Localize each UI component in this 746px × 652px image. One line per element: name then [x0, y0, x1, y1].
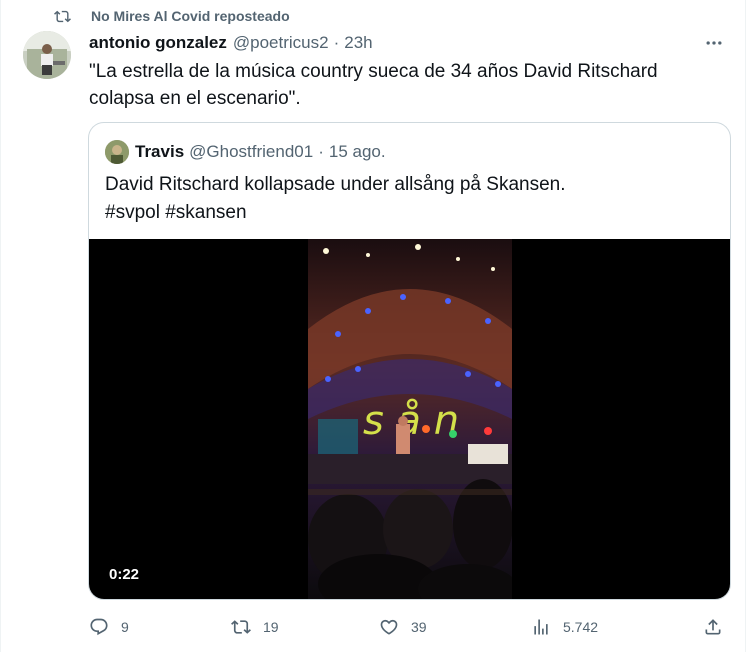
views-icon — [534, 619, 548, 635]
tweet-header: antonio gonzalez @poetricus2 · 23h — [89, 32, 727, 54]
quoted-hashtags[interactable]: #svpol #skansen — [105, 199, 705, 227]
quoted-tweet[interactable]: Travis @Ghostfriend01 · 15 ago. David Ri… — [88, 122, 731, 600]
action-bar: 9 19 39 5.742 — [89, 612, 729, 642]
video-player[interactable]: s å n 0:22 — [89, 239, 730, 599]
quoted-text-line: David Ritschard kollapsade under allsång… — [105, 174, 566, 195]
quoted-tweet-text: David Ritschard kollapsade under allsång… — [105, 171, 705, 227]
repost-label: No Mires Al Covid reposteado — [91, 8, 290, 24]
quoted-author-handle[interactable]: @Ghostfriend01 — [189, 142, 313, 162]
like-button[interactable]: 39 — [379, 612, 427, 642]
more-button[interactable] — [701, 30, 727, 56]
share-icon — [705, 619, 721, 635]
avatar[interactable] — [23, 31, 71, 79]
timestamp[interactable]: 23h — [344, 33, 372, 53]
reply-icon — [90, 618, 108, 636]
like-icon — [380, 619, 398, 635]
svg-text:s å n: s å n — [363, 398, 459, 444]
quoted-timestamp[interactable]: 15 ago. — [329, 142, 386, 162]
like-count: 39 — [411, 619, 427, 635]
views-count: 5.742 — [563, 619, 599, 635]
reply-button[interactable]: 9 — [89, 612, 129, 642]
separator: · — [333, 33, 340, 52]
tweet-text: "La estrella de la música country sueca … — [89, 61, 658, 109]
repost-context[interactable]: No Mires Al Covid reposteado — [53, 6, 290, 26]
quoted-separator: · — [318, 142, 324, 161]
views-button[interactable]: 5.742 — [531, 612, 598, 642]
more-dots-icon — [706, 41, 722, 45]
repost-button[interactable]: 19 — [231, 612, 279, 642]
reply-count: 9 — [121, 619, 129, 635]
share-button[interactable] — [703, 612, 723, 642]
tweet-card[interactable]: No Mires Al Covid reposteado antonio gon… — [0, 0, 746, 652]
author-name[interactable]: antonio gonzalez — [89, 33, 227, 53]
repost-icon — [231, 620, 251, 634]
author-handle[interactable]: @poetricus2 — [233, 33, 329, 53]
quoted-tweet-header: Travis @Ghostfriend01 · 15 ago. — [105, 139, 386, 165]
quoted-avatar[interactable] — [105, 140, 129, 164]
quoted-author-name[interactable]: Travis — [135, 142, 184, 162]
video-duration: 0:22 — [103, 564, 146, 585]
video-frame: s å n — [308, 239, 512, 599]
repost-icon — [53, 7, 71, 25]
repost-count: 19 — [263, 619, 279, 635]
